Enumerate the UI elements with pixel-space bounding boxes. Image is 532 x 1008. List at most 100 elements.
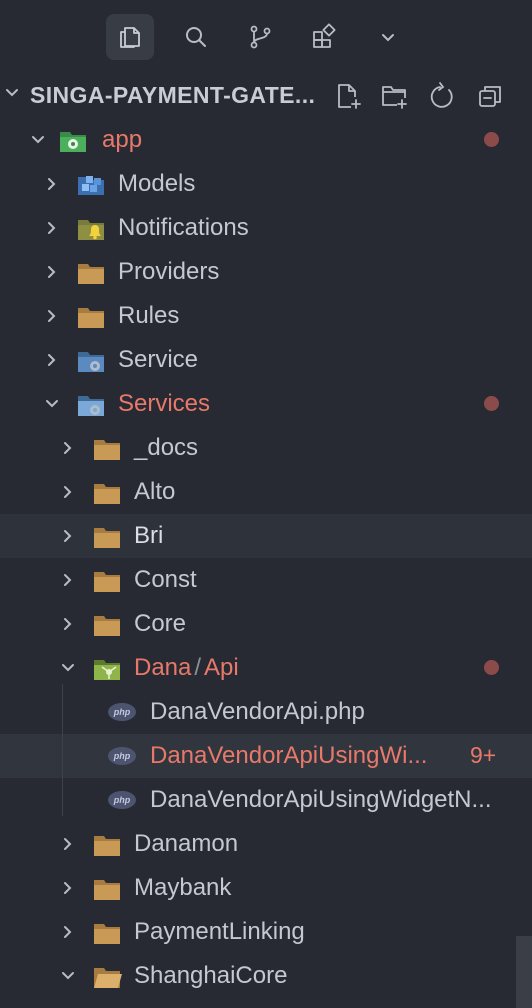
tree-item-alto[interactable]: Alto [0,470,532,514]
tree-item-label: Alto [134,478,176,505]
php-file-icon: php [108,747,136,765]
tree-item-dana-vendor-api-using-widget[interactable]: php DanaVendorApiUsingWi... 9+ [0,734,532,778]
folder-name-api: Api [204,654,239,681]
scrollbar-thumb[interactable] [516,936,532,1008]
tree-item-label: Maybank [134,874,232,901]
chevron-down-icon[interactable] [28,130,48,150]
chevron-right-icon[interactable] [58,482,78,502]
tree-item-partial[interactable] [0,998,532,1008]
chevron-right-icon[interactable] [42,350,62,370]
chevron-down-icon[interactable] [2,83,22,103]
refresh-icon[interactable] [424,78,460,114]
tree-item-label: Bri [134,522,164,549]
tree-item-label: Service [118,346,199,373]
chevron-down-icon[interactable] [42,394,62,414]
tree-item-label: DanaVendorApiUsingWidgetN... [150,786,492,813]
service-folder-icon [78,352,104,372]
collapse-all-icon[interactable] [472,78,508,114]
tree-item-label: DanaVendorApi.php [150,698,365,725]
tree-item-dana-vendor-api-using-widget-n[interactable]: php DanaVendorApiUsingWidgetN... [0,778,532,822]
folder-name-dana: Dana [134,654,192,681]
folder-icon [108,1004,138,1008]
extensions-icon[interactable] [300,14,348,60]
tree-item-app[interactable]: app [0,118,532,162]
tree-item-danamon[interactable]: Danamon [0,822,532,866]
path-separator: / [194,654,202,681]
new-file-icon[interactable] [330,78,366,114]
problems-badge: 9+ [470,742,497,768]
folder-icon [94,616,120,636]
folder-icon [78,308,104,328]
tree-item-core[interactable]: Core [0,602,532,646]
notifications-folder-icon [78,220,104,240]
chevron-right-icon[interactable] [42,218,62,238]
services-folder-icon [78,396,104,416]
folder-icon [94,836,120,856]
chevron-right-icon[interactable] [58,878,78,898]
chevron-right-icon[interactable] [74,1004,94,1008]
chevron-down-icon[interactable] [364,14,412,60]
php-file-icon: php [108,791,136,809]
explorer-window: SINGA-PAYMENT-GATE... app Models Notific… [0,0,532,1008]
tree-item-label: Models [118,170,196,197]
tree-item-notifications[interactable]: Notifications [0,206,532,250]
tree-item-dana-api[interactable]: Dana / Api [0,646,532,690]
search-icon[interactable] [172,14,220,60]
new-folder-icon[interactable] [376,78,412,114]
chevron-right-icon[interactable] [42,174,62,194]
tree-item-providers[interactable]: Providers [0,250,532,294]
source-control-icon[interactable] [236,14,284,60]
chevron-right-icon[interactable] [58,922,78,942]
folder-icon [94,924,120,944]
chevron-right-icon[interactable] [58,438,78,458]
folder-icon [78,264,104,284]
chevron-right-icon[interactable] [58,526,78,546]
tree-item-label: Services [118,390,211,417]
folder-icon [94,880,120,900]
chevron-right-icon[interactable] [58,614,78,634]
chevron-down-icon[interactable] [58,966,78,986]
folder-icon [94,528,120,548]
chevron-right-icon[interactable] [58,834,78,854]
tree-item-docs[interactable]: _docs [0,426,532,470]
chevron-right-icon[interactable] [42,262,62,282]
models-folder-icon [78,176,104,195]
modified-dot [484,132,499,147]
folder-icon [94,572,120,592]
tree-item-rules[interactable]: Rules [0,294,532,338]
open-folder-icon [94,968,122,988]
tree-item-bri[interactable]: Bri [0,514,532,558]
explorer-icon[interactable] [106,14,154,60]
tree-item-label: Notifications [118,214,249,241]
tree-item-label: ShanghaiCore [134,962,288,989]
tree-item-label: Const [134,566,197,593]
modified-dot [484,660,499,675]
chevron-right-icon[interactable] [58,570,78,590]
tree-item-shanghai-core[interactable]: ShanghaiCore [0,954,532,998]
chevron-right-icon[interactable] [42,306,62,326]
tree-item-payment-linking[interactable]: PaymentLinking [0,910,532,954]
file-tree: app Models Notifications Providers Rules… [0,118,532,1008]
tree-item-service[interactable]: Service [0,338,532,382]
tree-item-label: DanaVendorApiUsingWi... [150,742,428,769]
tree-item-label: _docs [134,434,199,461]
tree-item-const[interactable]: Const [0,558,532,602]
explorer-header[interactable]: SINGA-PAYMENT-GATE... [0,74,532,116]
tree-item-label: Providers [118,258,220,285]
folder-icon [94,440,120,460]
tree-item-models[interactable]: Models [0,162,532,206]
tree-item-dana-vendor-api-php[interactable]: php DanaVendorApi.php [0,690,532,734]
indent-guide [62,684,63,816]
chevron-down-icon[interactable] [58,658,78,678]
folder-icon [94,484,120,504]
tree-item-label: Rules [118,302,180,329]
tree-item-maybank[interactable]: Maybank [0,866,532,910]
modified-dot [484,396,499,411]
tree-item-label: PaymentLinking [134,918,305,945]
tree-item-label: Dana / Api [134,654,239,682]
app-folder-icon [60,132,86,152]
api-folder-icon [94,660,120,680]
php-file-icon: php [108,703,136,721]
tree-item-label: Core [134,610,187,637]
tree-item-services[interactable]: Services [0,382,532,426]
